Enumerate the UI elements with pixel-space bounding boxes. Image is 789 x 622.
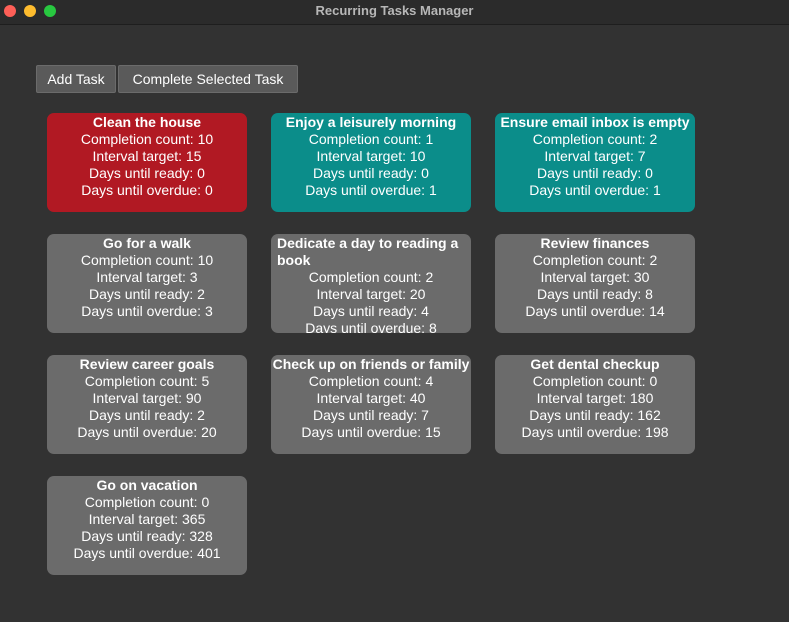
interval-target: Interval target: 30 — [540, 269, 650, 285]
interval-target: Interval target: 7 — [544, 148, 646, 164]
days-until-ready: Days until ready: 162 — [529, 407, 661, 423]
task-name: Review career goals — [79, 356, 215, 372]
complete-selected-task-button[interactable]: Complete Selected Task — [118, 65, 298, 93]
task-card[interactable]: Review finances Completion count: 2 Inte… — [495, 234, 695, 333]
task-card[interactable]: Go for a walk Completion count: 10 Inter… — [47, 234, 247, 333]
task-name: Go for a walk — [103, 235, 191, 251]
task-card[interactable]: Ensure email inbox is empty Completion c… — [495, 113, 695, 212]
task-name: Ensure email inbox is empty — [500, 114, 690, 130]
days-until-ready: Days until ready: 2 — [89, 286, 205, 302]
days-until-overdue: Days until overdue: 198 — [521, 424, 669, 440]
task-card[interactable]: Check up on friends or family Completion… — [271, 355, 471, 454]
interval-target: Interval target: 90 — [92, 390, 202, 406]
task-card[interactable]: Clean the house Completion count: 10 Int… — [47, 113, 247, 212]
days-until-overdue: Days until overdue: 1 — [529, 182, 661, 198]
add-task-button[interactable]: Add Task — [36, 65, 116, 93]
interval-target: Interval target: 3 — [96, 269, 198, 285]
interval-target: Interval target: 20 — [316, 286, 426, 302]
interval-target: Interval target: 10 — [316, 148, 426, 164]
window-title: Recurring Tasks Manager — [315, 3, 474, 18]
days-until-ready: Days until ready: 7 — [313, 407, 429, 423]
completion-count: Completion count: 4 — [308, 373, 434, 389]
task-name: Enjoy a leisurely morning — [285, 114, 457, 130]
completion-count: Completion count: 0 — [532, 373, 658, 389]
completion-count: Completion count: 0 — [84, 494, 210, 510]
days-until-ready: Days until ready: 0 — [537, 165, 653, 181]
days-until-ready: Days until ready: 0 — [313, 165, 429, 181]
days-until-overdue: Days until overdue: 0 — [81, 182, 213, 198]
task-name: Get dental checkup — [530, 356, 660, 372]
days-until-overdue: Days until overdue: 401 — [73, 545, 221, 561]
days-until-overdue: Days until overdue: 15 — [301, 424, 441, 440]
completion-count: Completion count: 5 — [84, 373, 210, 389]
days-until-overdue: Days until overdue: 8 — [305, 320, 437, 333]
task-name: Go on vacation — [96, 477, 198, 493]
task-name: Dedicate a day to reading a book — [277, 235, 459, 268]
task-name: Check up on friends or family — [272, 356, 470, 372]
interval-target: Interval target: 40 — [316, 390, 426, 406]
interval-target: Interval target: 180 — [536, 390, 654, 406]
interval-target: Interval target: 365 — [88, 511, 206, 527]
task-card[interactable]: Get dental checkup Completion count: 0 I… — [495, 355, 695, 454]
task-card[interactable]: Go on vacation Completion count: 0 Inter… — [47, 476, 247, 575]
days-until-ready: Days until ready: 0 — [89, 165, 205, 181]
completion-count: Completion count: 1 — [308, 131, 434, 147]
completion-count: Completion count: 2 — [532, 131, 658, 147]
completion-count: Completion count: 10 — [80, 252, 214, 268]
interval-target: Interval target: 15 — [92, 148, 202, 164]
title-bar: Recurring Tasks Manager — [0, 0, 789, 25]
days-until-overdue: Days until overdue: 20 — [77, 424, 217, 440]
days-until-overdue: Days until overdue: 14 — [525, 303, 665, 319]
task-name: Review finances — [540, 235, 650, 251]
days-until-ready: Days until ready: 8 — [537, 286, 653, 302]
days-until-ready: Days until ready: 4 — [313, 303, 429, 319]
task-card[interactable]: Review career goals Completion count: 5 … — [47, 355, 247, 454]
task-card[interactable]: Dedicate a day to reading a book Complet… — [271, 234, 471, 333]
days-until-ready: Days until ready: 2 — [89, 407, 205, 423]
task-name: Clean the house — [92, 114, 202, 130]
days-until-overdue: Days until overdue: 3 — [81, 303, 213, 319]
completion-count: Completion count: 2 — [532, 252, 658, 268]
days-until-ready: Days until ready: 328 — [81, 528, 213, 544]
task-card[interactable]: Enjoy a leisurely morning Completion cou… — [271, 113, 471, 212]
completion-count: Completion count: 10 — [80, 131, 214, 147]
completion-count: Completion count: 2 — [308, 269, 434, 285]
days-until-overdue: Days until overdue: 1 — [305, 182, 437, 198]
